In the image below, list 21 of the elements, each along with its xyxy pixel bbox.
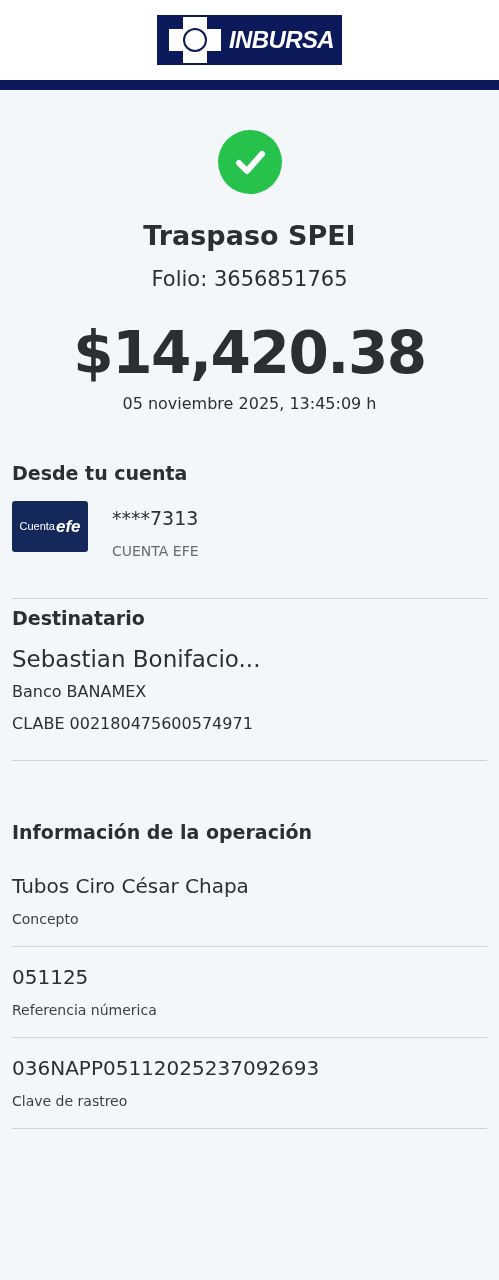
section-heading: Desde tu cuenta [12, 464, 189, 483]
detail-label: Concepto [12, 912, 80, 926]
folio-text: Folio: 3656851765 [151, 269, 348, 290]
bank-name: Banco BANAMEX [12, 684, 148, 700]
detail-label: Referencia númerica [12, 1003, 158, 1017]
date-time-text: 05 noviembre 2025, 13:45:09 h [122, 396, 377, 412]
detail-value: 051125 [12, 967, 90, 987]
account-card: Cuentaefe [12, 501, 88, 552]
detail-label: Clave de rastreo [12, 1094, 129, 1108]
clabe-number: CLABE 002180475600574971 [12, 716, 254, 732]
success-check-icon [217, 130, 282, 194]
account-type: CUENTA EFE [112, 544, 199, 558]
detail-value: Tubos Ciro César Chapa [12, 876, 250, 896]
amount-text: $14,420.38 [73, 324, 426, 382]
detail-value: 036NAPP05112025237092693 [12, 1058, 321, 1078]
account-number: ****7313 [112, 509, 199, 528]
section-heading: Información de la operación [12, 823, 313, 842]
transfer-title: Traspaso SPEI [143, 222, 356, 249]
logo-text: INBURSA [228, 25, 335, 55]
section-heading: Destinatario [12, 609, 146, 628]
recipient-name: Sebastian Bonifacio... [12, 648, 262, 671]
